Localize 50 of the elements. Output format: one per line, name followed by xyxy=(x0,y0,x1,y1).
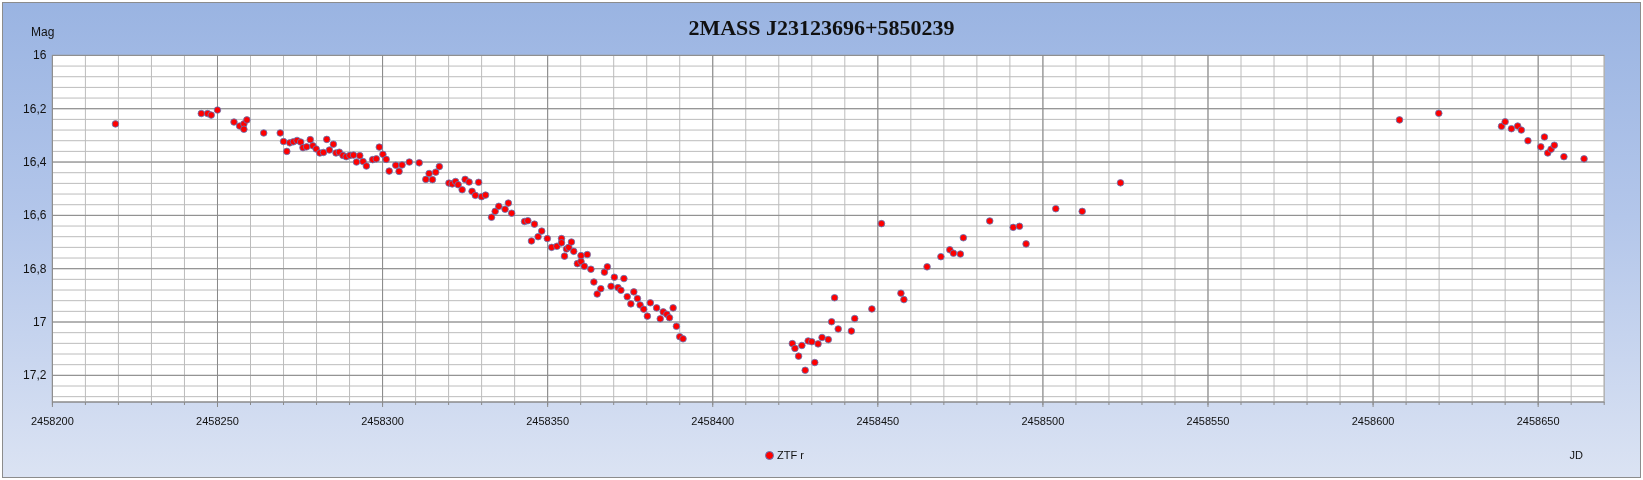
data-point xyxy=(959,234,968,242)
data-point xyxy=(1395,116,1404,124)
data-point xyxy=(543,234,552,243)
data-point xyxy=(868,305,876,313)
axis-tick-label: 17 xyxy=(33,315,47,329)
data-point xyxy=(801,366,809,374)
axis-tick-label: 2458650 xyxy=(1516,415,1560,427)
axis-tick-label: 16,4 xyxy=(23,155,47,170)
axis-tick-label: 2458500 xyxy=(1021,415,1065,427)
data-point xyxy=(1078,207,1086,216)
data-point xyxy=(1560,153,1568,161)
data-point xyxy=(415,159,423,167)
axis-tick-label: 16,6 xyxy=(23,208,47,223)
axis-tick-label: 16 xyxy=(33,49,47,63)
axis-tick-label: 2458350 xyxy=(526,415,570,427)
data-point xyxy=(847,327,856,335)
data-point xyxy=(471,191,480,200)
chart-title: 2MASS J23123696+5850239 xyxy=(688,14,955,41)
data-point xyxy=(1435,109,1443,117)
axis-tick-label: 2458450 xyxy=(856,415,900,427)
data-point xyxy=(811,358,819,367)
data-point xyxy=(319,148,328,157)
axis-tick-label: 2458300 xyxy=(361,415,404,427)
data-point xyxy=(435,162,444,171)
data-point xyxy=(851,314,859,323)
data-point xyxy=(1524,137,1532,145)
data-point xyxy=(260,129,268,137)
data-point xyxy=(1580,155,1588,163)
data-point xyxy=(111,120,120,128)
data-point xyxy=(633,294,642,303)
data-point xyxy=(1052,205,1060,213)
data-point xyxy=(923,263,931,271)
data-point xyxy=(1022,240,1030,248)
data-point xyxy=(830,294,839,302)
data-point xyxy=(279,137,288,146)
legend-label: ZTF r xyxy=(777,449,804,461)
axis-title: Mag xyxy=(31,25,55,39)
data-point xyxy=(1116,179,1125,187)
data-point xyxy=(986,217,994,225)
axis-tick-label: 2458250 xyxy=(196,415,239,427)
axis-tick-label: 2458200 xyxy=(31,415,74,427)
axis-tick-label: 16,8 xyxy=(23,261,47,276)
axis-tick-label: 2458600 xyxy=(1351,415,1395,427)
data-point xyxy=(877,219,886,228)
data-point xyxy=(428,175,437,184)
axis-title: JD xyxy=(1569,449,1583,461)
axis-tick-label: 2458400 xyxy=(691,415,735,427)
axis-tick-label: 17,2 xyxy=(23,368,47,383)
axis-tick-label: 16,2 xyxy=(23,101,47,116)
axis-tick-label: 2458550 xyxy=(1186,415,1230,427)
